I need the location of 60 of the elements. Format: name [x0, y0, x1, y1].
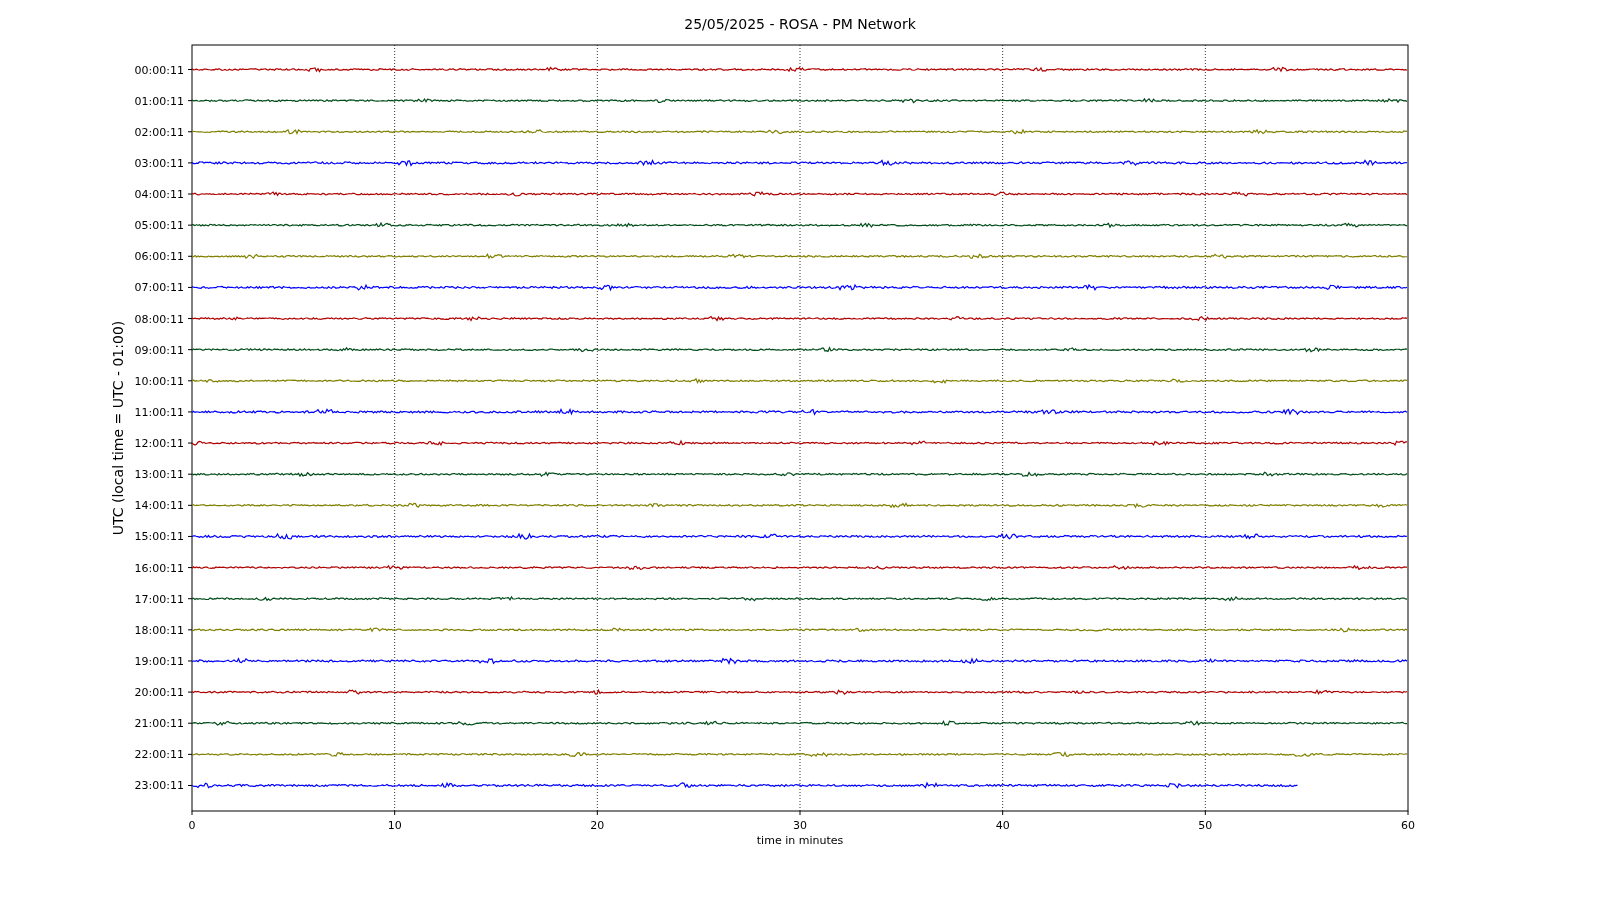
tick-mark	[187, 131, 193, 133]
y-tick-label: 19:00:11	[134, 654, 184, 668]
y-tick-label: 21:00:11	[134, 717, 184, 731]
y-tick-label: 06:00:11	[134, 250, 184, 264]
tick-mark	[187, 785, 193, 786]
y-tick-label: 17:00:11	[134, 592, 184, 606]
tick-mark	[187, 691, 193, 693]
tick-mark	[187, 473, 193, 475]
y-tick-label: 20:00:11	[134, 686, 184, 700]
tick-mark	[187, 193, 193, 195]
y-tick-label: 01:00:11	[134, 94, 184, 108]
tick-mark	[187, 224, 193, 226]
chart-title: 25/05/2025 - ROSA - PM Network	[684, 16, 916, 32]
tick-mark	[187, 349, 193, 351]
tick-mark	[187, 255, 193, 257]
tick-mark	[1407, 810, 1409, 816]
tick-mark	[187, 629, 193, 631]
tick-mark	[187, 162, 193, 164]
y-tick-label: 08:00:11	[134, 312, 184, 326]
y-tick-label: 23:00:11	[134, 779, 184, 793]
y-tick-label: 07:00:11	[134, 281, 184, 295]
x-axis-label: time in minutes	[756, 834, 844, 847]
y-tick-label: 12:00:11	[134, 437, 184, 451]
y-tick-label: 03:00:11	[134, 156, 184, 170]
tick-mark	[187, 504, 193, 506]
tick-mark	[187, 753, 193, 755]
tick-mark	[187, 722, 193, 724]
tick-mark	[187, 380, 193, 382]
tick-mark	[187, 318, 193, 320]
tick-mark	[191, 810, 193, 816]
y-tick-label: 04:00:11	[134, 188, 184, 201]
y-tick-label: 09:00:11	[134, 343, 184, 357]
y-tick-label: 15:00:11	[134, 530, 184, 544]
y-tick-label: 00:00:11	[134, 63, 184, 77]
tick-mark	[187, 660, 193, 662]
y-tick-label: 14:00:11	[134, 499, 184, 513]
y-tick-label: 22:00:11	[134, 748, 184, 762]
y-tick-label: 11:00:11	[134, 405, 184, 419]
x-tick-label: 60	[1401, 819, 1415, 832]
x-tick-label: 30	[793, 819, 807, 832]
tick-mark	[187, 442, 193, 444]
y-axis-label: UTC (local time = UTC - 01:00)	[110, 320, 126, 536]
y-tick-label: 02:00:11	[134, 125, 184, 139]
y-tick-label: 18:00:11	[134, 623, 184, 637]
tick-mark	[187, 411, 193, 413]
tick-mark	[187, 535, 193, 537]
y-tick-label: 16:00:11	[134, 561, 184, 575]
tick-mark	[187, 598, 193, 600]
tick-mark	[187, 69, 193, 70]
y-tick-label: 13:00:11	[134, 468, 184, 482]
x-tick-label: 0	[188, 819, 196, 832]
x-tick-label: 50	[1198, 819, 1213, 832]
y-tick-label: 05:00:11	[134, 219, 184, 233]
x-tick-label: 10	[387, 819, 402, 832]
y-tick-label: 10:00:11	[134, 374, 184, 388]
tick-mark	[187, 567, 193, 569]
x-tick-label: 40	[995, 819, 1010, 832]
tick-mark	[187, 286, 193, 288]
x-tick-label: 20	[590, 819, 605, 832]
tick-mark	[187, 100, 193, 102]
